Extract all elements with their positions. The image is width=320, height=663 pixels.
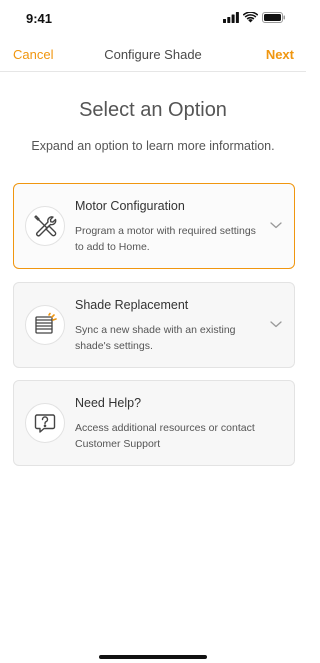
wrench-screwdriver-icon [25, 206, 65, 246]
home-indicator[interactable] [99, 655, 207, 659]
option-description: Access additional resources or contact C… [75, 422, 255, 450]
option-description: Program a motor with required settings t… [75, 225, 256, 253]
next-button[interactable]: Next [266, 47, 294, 62]
option-title: Shade Replacement [75, 298, 189, 312]
select-option-heading: Select an Option [79, 99, 227, 121]
shade-replacement-option[interactable]: Shade Replacement Sync a new shade with … [13, 282, 295, 368]
status-icons [223, 11, 286, 23]
cancel-button[interactable]: Cancel [13, 47, 53, 62]
select-option-subheading: Expand an option to learn more informati… [31, 139, 275, 153]
cellular-signal-icon [223, 11, 239, 23]
navigation-bar: Cancel Configure Shade Next [0, 36, 306, 72]
chevron-down-icon[interactable] [270, 319, 282, 329]
motor-configuration-option[interactable]: Motor Configuration Program a motor with… [13, 183, 295, 269]
status-bar: 9:41 [0, 0, 306, 36]
option-title: Motor Configuration [75, 199, 185, 213]
help-chat-icon [25, 403, 65, 443]
shade-sync-icon [25, 305, 65, 345]
status-time: 9:41 [26, 11, 53, 26]
need-help-option[interactable]: Need Help? Access additional resources o… [13, 380, 295, 466]
option-description: Sync a new shade with an existing shade'… [75, 324, 236, 352]
battery-icon [262, 11, 285, 23]
chevron-down-icon[interactable] [270, 220, 282, 230]
wifi-icon [243, 11, 258, 22]
option-title: Need Help? [75, 396, 142, 410]
